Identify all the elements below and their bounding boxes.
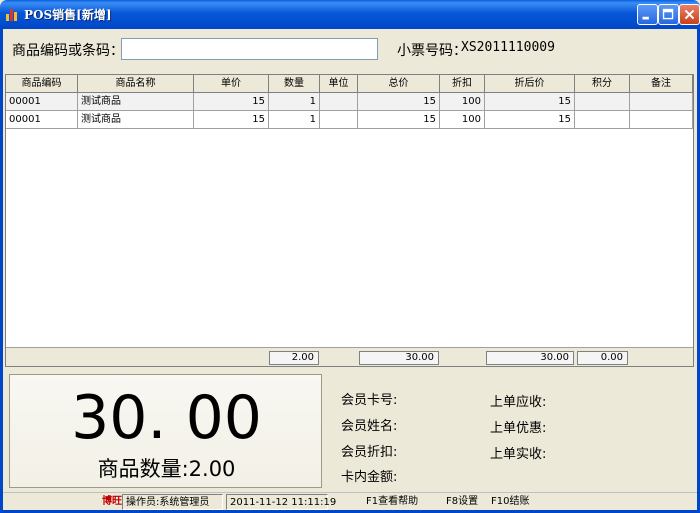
settings-shortcut[interactable]: F8设置	[443, 494, 481, 510]
grid-header: 商品编码 商品名称 单价 数量 单位 总价 折扣 折后价 积分 备注	[6, 75, 693, 93]
member-balance-label: 卡内金额:	[341, 470, 398, 485]
cell-qty: 1	[269, 93, 320, 111]
member-discount-label: 会员折扣:	[341, 445, 398, 460]
cell-total: 15	[358, 111, 440, 129]
column-header[interactable]: 备注	[630, 75, 693, 93]
close-icon	[684, 9, 695, 20]
cell-unit	[320, 93, 358, 111]
app-chart-icon	[6, 7, 20, 21]
maximize-button[interactable]	[658, 4, 679, 25]
column-header[interactable]: 单位	[320, 75, 358, 93]
cell-code: 00001	[6, 111, 78, 129]
ticket-label: 小票号码：	[397, 43, 467, 59]
column-header[interactable]: 折扣	[440, 75, 485, 93]
window-title: POS销售[新增]	[24, 8, 112, 22]
ticket-number: XS2011110009	[461, 40, 555, 55]
member-card-label: 会员卡号:	[341, 393, 398, 408]
table-row[interactable]: 00001 测试商品 15 1 15 100 15	[6, 93, 693, 111]
column-header[interactable]: 商品编码	[6, 75, 78, 93]
column-header[interactable]: 总价	[358, 75, 440, 93]
cell-points	[575, 111, 630, 129]
operator-status: 操作员:系统管理员	[122, 494, 223, 510]
table-row[interactable]: 00001 测试商品 15 1 15 100 15	[6, 111, 693, 129]
total-panel: 30. 00 商品数量:2.00	[9, 374, 322, 488]
minimize-icon	[642, 16, 649, 20]
column-header[interactable]: 单价	[194, 75, 269, 93]
sales-grid[interactable]: 商品编码 商品名称 单价 数量 单位 总价 折扣 折后价 积分 备注 00001…	[5, 74, 694, 367]
summary-final: 30.00	[486, 351, 574, 365]
cell-name: 测试商品	[78, 111, 194, 129]
help-shortcut[interactable]: F1查看帮助	[363, 494, 421, 510]
total-quantity: 商品数量:2.00	[97, 457, 236, 481]
cell-name: 测试商品	[78, 93, 194, 111]
checkout-shortcut[interactable]: F10结账	[488, 494, 532, 510]
cell-qty: 1	[269, 111, 320, 129]
title-bar[interactable]: POS销售[新增]	[0, 0, 700, 29]
cell-final: 15	[485, 111, 575, 129]
cell-note	[630, 111, 693, 129]
cell-final: 15	[485, 93, 575, 111]
datetime-status: 2011-11-12 11:11:19	[226, 494, 336, 510]
cell-note	[630, 93, 693, 111]
summary-total: 30.00	[359, 351, 439, 365]
summary-points: 0.00	[577, 351, 628, 365]
member-name-label: 会员姓名:	[341, 419, 398, 434]
cell-points	[575, 93, 630, 111]
cell-unit	[320, 111, 358, 129]
cell-discount: 100	[440, 93, 485, 111]
column-header[interactable]: 数量	[269, 75, 320, 93]
last-paid-label: 上单实收:	[490, 447, 547, 462]
last-receivable-label: 上单应收:	[490, 395, 547, 410]
column-header[interactable]: 积分	[575, 75, 630, 93]
grid-summary-row: 2.00 30.00 30.00 0.00	[6, 347, 693, 366]
cell-total: 15	[358, 93, 440, 111]
status-bar: 博旺 操作员:系统管理员 2011-11-12 11:11:19 F1查看帮助 …	[3, 492, 697, 510]
code-input[interactable]	[121, 38, 378, 60]
summary-qty: 2.00	[269, 351, 319, 365]
maximize-icon	[662, 8, 674, 20]
column-header[interactable]: 商品名称	[78, 75, 194, 93]
close-button[interactable]	[679, 4, 700, 25]
cell-code: 00001	[6, 93, 78, 111]
code-label: 商品编码或条码：	[12, 43, 124, 59]
total-amount: 30. 00	[71, 383, 262, 453]
cell-discount: 100	[440, 111, 485, 129]
cell-price: 15	[194, 93, 269, 111]
cell-price: 15	[194, 111, 269, 129]
column-header[interactable]: 折后价	[485, 75, 575, 93]
last-discount-label: 上单优惠:	[490, 421, 547, 436]
minimize-button[interactable]	[637, 4, 658, 25]
